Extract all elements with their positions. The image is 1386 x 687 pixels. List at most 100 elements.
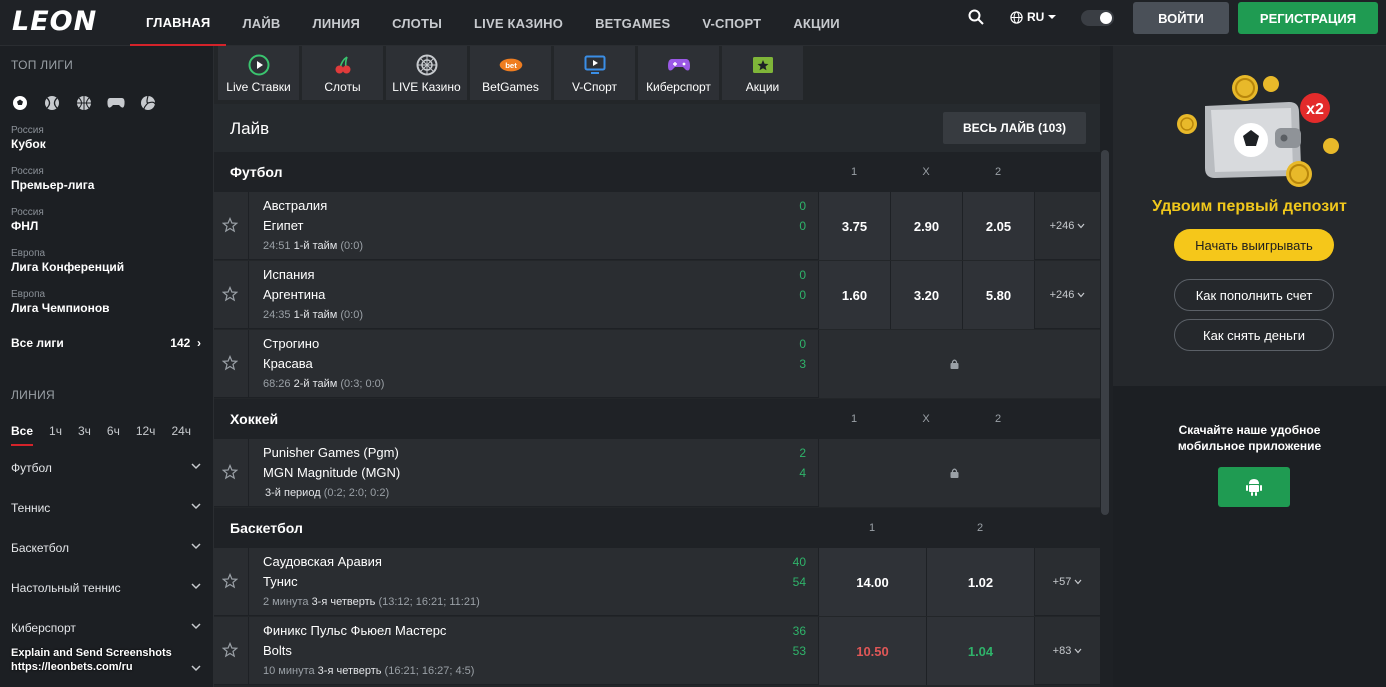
league-name: Кубок — [11, 137, 46, 151]
star-icon[interactable] — [222, 355, 238, 371]
nav-line[interactable]: ЛИНИЯ — [297, 0, 377, 46]
odd-1[interactable]: 10.50 — [818, 617, 926, 685]
match-info: 68:26 2-й тайм (0:3; 0:0) — [263, 378, 384, 390]
tennis-icon[interactable] — [43, 94, 61, 112]
league-country: Россия — [11, 207, 44, 218]
star-icon[interactable] — [222, 286, 238, 302]
odd-2[interactable]: 5.80 — [962, 261, 1034, 329]
time-filter-6h[interactable]: 6ч — [107, 424, 120, 446]
sport-row-basketball[interactable]: Баскетбол — [11, 541, 201, 555]
time-filter-12h[interactable]: 12ч — [136, 424, 156, 446]
event-row[interactable]: Саудовская Аравия Тунис 40 54 2 минута 3… — [214, 548, 1100, 616]
star-icon[interactable] — [222, 642, 238, 658]
more-markets[interactable]: +246 — [1034, 192, 1100, 260]
event-row[interactable]: Punisher Games (Pgm) MGN Magnitude (MGN)… — [214, 439, 1100, 507]
nav-live[interactable]: ЛАЙВ — [226, 0, 296, 46]
star-icon[interactable] — [222, 464, 238, 480]
star-icon[interactable] — [222, 217, 238, 233]
quick-promotions[interactable]: Акции — [722, 46, 803, 100]
league-country: Европа — [11, 289, 46, 300]
league-item[interactable]: Европа Лига Чемпионов — [11, 289, 110, 315]
time-filter-1h[interactable]: 1ч — [49, 424, 62, 446]
main-nav: ГЛАВНАЯ ЛАЙВ ЛИНИЯ СЛОТЫ LIVE КАЗИНО BET… — [130, 0, 856, 46]
col-header: 1 — [868, 522, 876, 534]
line-heading: ЛИНИЯ — [11, 388, 55, 402]
league-item[interactable]: Россия Кубок — [11, 125, 46, 151]
all-leagues-link[interactable]: Все лиги 142 › — [11, 336, 201, 350]
login-button[interactable]: ВОЙТИ — [1133, 2, 1229, 34]
basketball-icon[interactable] — [75, 94, 93, 112]
match-time: 10 минута — [263, 665, 315, 677]
nav-betgames[interactable]: BETGAMES — [579, 0, 686, 46]
how-to-deposit-button[interactable]: Как пополнить счет — [1174, 279, 1334, 311]
chevron-down-icon — [1077, 223, 1085, 229]
more-markets[interactable]: +83 — [1034, 617, 1100, 685]
chevron-down-icon[interactable] — [191, 663, 201, 673]
odd-1[interactable]: 1.60 — [818, 261, 890, 329]
quick-esports[interactable]: Киберспорт — [638, 46, 719, 100]
section-football: Футбол 1 X 2 — [214, 152, 1100, 192]
odd-1[interactable]: 14.00 — [818, 548, 926, 616]
esports-gamepad-icon[interactable] — [107, 94, 125, 112]
league-item[interactable]: Россия ФНЛ — [11, 207, 44, 233]
register-button[interactable]: РЕГИСТРАЦИЯ — [1238, 2, 1378, 34]
score-home: 0 — [799, 268, 806, 282]
quick-label: BetGames — [482, 80, 539, 94]
event-row[interactable]: Строгино Красава 0 3 68:26 2-й тайм (0:3… — [214, 330, 1100, 398]
odd-x[interactable]: 3.20 — [890, 261, 962, 329]
cherries-icon — [335, 56, 350, 74]
team-away: Египет — [263, 218, 304, 233]
nav-vsport[interactable]: V-СПОРТ — [686, 0, 777, 46]
league-item[interactable]: Россия Премьер-лига — [11, 166, 94, 192]
league-name: Лига Конференций — [11, 260, 125, 274]
android-download-button[interactable] — [1218, 467, 1290, 507]
sport-row-table-tennis[interactable]: Настольный теннис — [11, 581, 201, 595]
quick-slots[interactable]: Слоты — [302, 46, 383, 100]
odd-x[interactable]: 2.90 — [890, 192, 962, 260]
event-row[interactable]: Испания Аргентина 0 0 24:35 1-й тайм (0:… — [214, 261, 1100, 329]
nav-main[interactable]: ГЛАВНАЯ — [130, 0, 227, 46]
theme-toggle[interactable] — [1081, 10, 1114, 26]
sport-row-football[interactable]: Футбол — [11, 461, 201, 475]
more-markets[interactable]: +57 — [1034, 548, 1100, 616]
volleyball-icon[interactable] — [139, 94, 157, 112]
time-filter-all[interactable]: Все — [11, 424, 34, 446]
match-info: 24:35 1-й тайм (0:0) — [263, 309, 363, 321]
star-icon[interactable] — [222, 573, 238, 589]
scrollbar[interactable] — [1101, 150, 1109, 515]
start-winning-button[interactable]: Начать выигрывать — [1174, 229, 1334, 261]
search-icon[interactable] — [968, 9, 984, 25]
col-header: X — [922, 413, 930, 425]
all-leagues-count: 142 › — [170, 336, 201, 350]
quick-live-casino[interactable]: LIVE Казино — [386, 46, 467, 100]
time-filter-24h[interactable]: 24ч — [171, 424, 191, 446]
event-row[interactable]: Финикс Пульс Фьюел Мастерс Bolts 36 53 1… — [214, 617, 1100, 685]
time-filter-3h[interactable]: 3ч — [78, 424, 91, 446]
section-title: Баскетбол — [230, 520, 303, 536]
event-row[interactable]: Австралия Египет 0 0 24:51 1-й тайм (0:0… — [214, 192, 1100, 260]
sport-row-esports[interactable]: Киберспорт — [11, 621, 201, 635]
nav-promotions[interactable]: АКЦИИ — [777, 0, 856, 46]
android-icon — [1246, 479, 1262, 496]
deposit-promo-card: x2 Удвоим первый депозит Начать выигрыва… — [1113, 46, 1386, 386]
sport-row-tennis[interactable]: Теннис — [11, 501, 201, 515]
league-item[interactable]: Европа Лига Конференций — [11, 248, 124, 274]
odd-2[interactable]: 1.02 — [926, 548, 1034, 616]
nav-slots[interactable]: СЛОТЫ — [376, 0, 458, 46]
odd-1[interactable]: 3.75 — [818, 192, 890, 260]
odd-2[interactable]: 1.04 — [926, 617, 1034, 685]
quick-live-bets[interactable]: Live Ставки — [218, 46, 299, 100]
nav-live-casino[interactable]: LIVE КАЗИНО — [458, 0, 579, 46]
quick-label: Акции — [745, 80, 780, 94]
more-markets[interactable]: +246 — [1034, 261, 1100, 329]
match-extra: (0:0) — [340, 240, 364, 252]
how-to-withdraw-button[interactable]: Как снять деньги — [1174, 319, 1334, 351]
football-icon[interactable] — [11, 94, 29, 112]
quick-betgames[interactable]: bet BetGames — [470, 46, 551, 100]
leon-logo[interactable]: LEON — [12, 6, 97, 37]
lock-icon — [950, 468, 959, 478]
quick-vsport[interactable]: V-Спорт — [554, 46, 635, 100]
odd-2[interactable]: 2.05 — [962, 192, 1034, 260]
language-selector[interactable]: RU — [1010, 10, 1057, 24]
all-live-button[interactable]: ВЕСЬ ЛАЙВ (103) — [943, 112, 1086, 144]
